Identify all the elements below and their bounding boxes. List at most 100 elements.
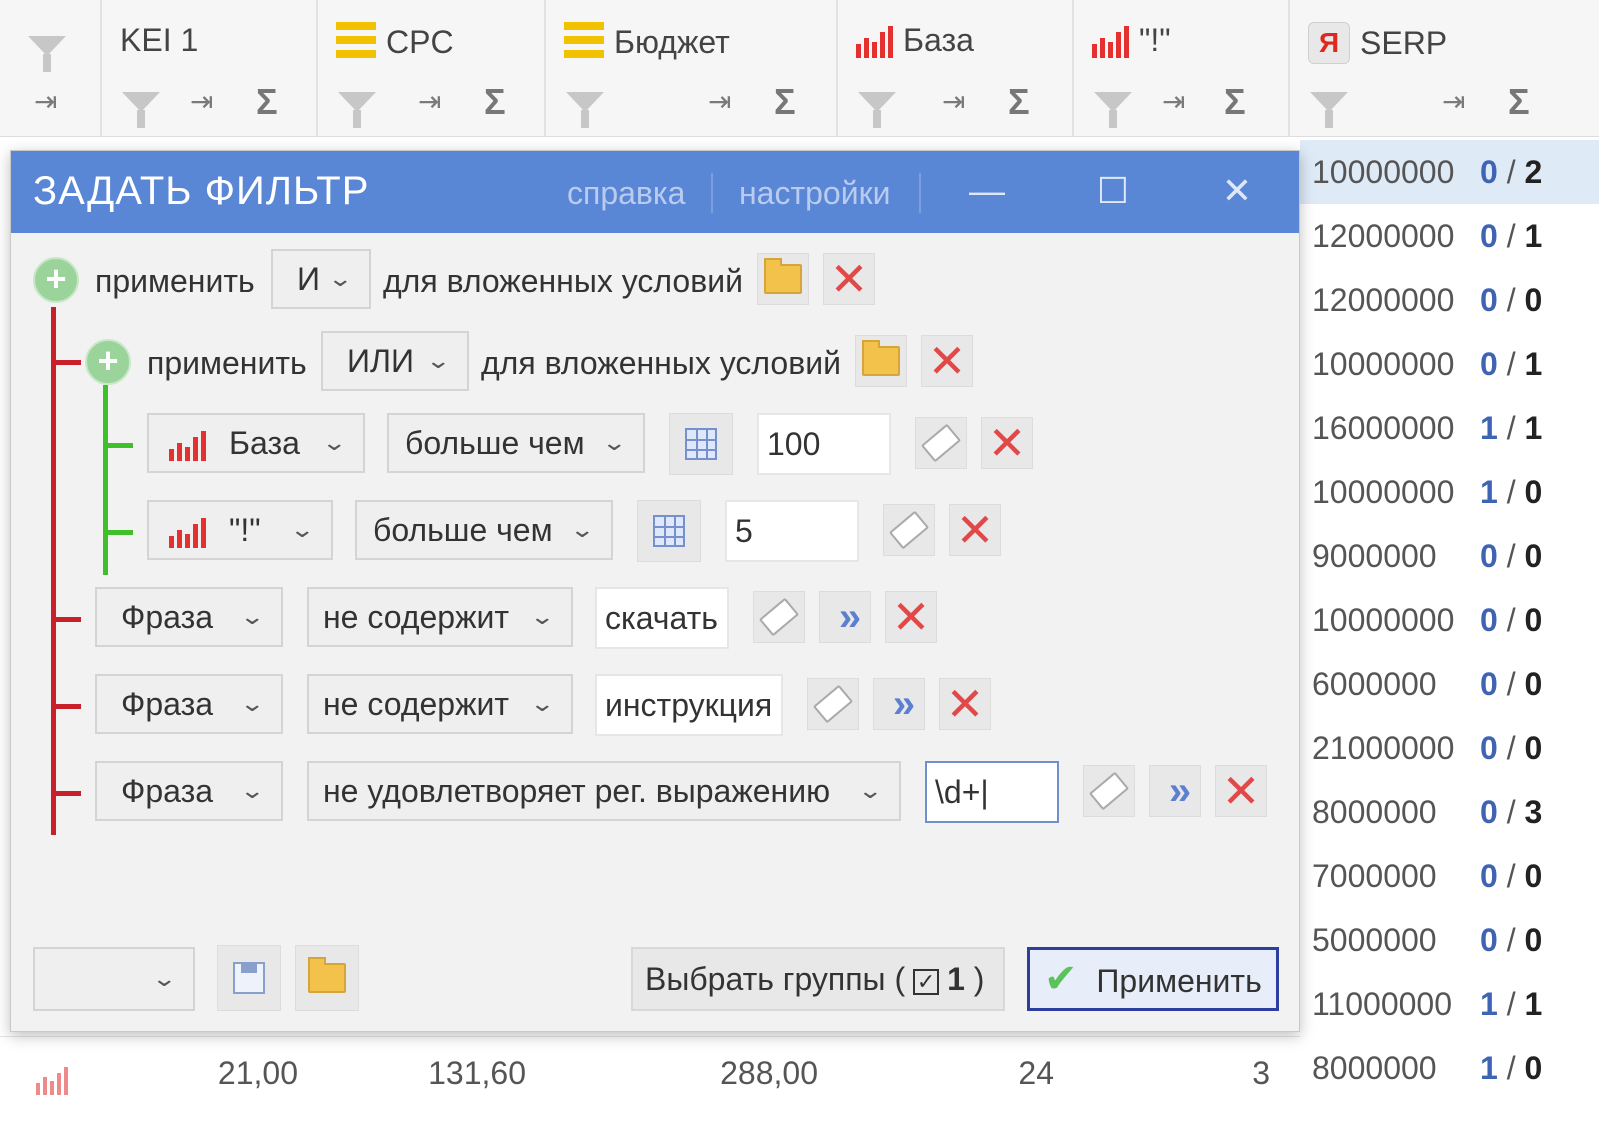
expand-button[interactable]: » — [819, 591, 871, 643]
eraser-icon — [888, 510, 930, 550]
header-col-serp[interactable]: Я SERP ⇥ Σ — [1290, 0, 1599, 136]
pin-icon[interactable]: ⇥ — [418, 84, 441, 120]
minimize-button[interactable]: — — [961, 165, 1013, 217]
funnel-icon[interactable] — [1310, 92, 1348, 128]
save-button[interactable] — [217, 945, 281, 1011]
logic-operator-select[interactable]: ИЛИ ⌄ — [321, 331, 469, 391]
close-button[interactable]: ✕ — [1211, 165, 1263, 217]
delete-button[interactable]: ✕ — [885, 591, 937, 643]
funnel-icon[interactable] — [566, 92, 604, 128]
add-condition-button[interactable]: + — [33, 257, 79, 303]
funnel-icon[interactable] — [28, 36, 66, 72]
pin-icon[interactable]: ⇥ — [190, 84, 213, 120]
folder-icon — [764, 258, 802, 294]
pin-icon[interactable]: ⇥ — [942, 84, 965, 120]
help-link[interactable]: справка — [567, 175, 685, 212]
delete-button[interactable]: ✕ — [939, 678, 991, 730]
value-input[interactable]: 5 — [725, 500, 859, 562]
delete-button[interactable]: ✕ — [823, 253, 875, 305]
value-input[interactable]: 100 — [757, 413, 891, 475]
condition-select[interactable]: больше чем ⌄ — [355, 500, 613, 560]
preset-select[interactable]: ⌄ — [33, 947, 195, 1011]
field-select[interactable]: База ⌄ — [147, 413, 365, 473]
maximize-button[interactable]: ☐ — [1087, 165, 1139, 217]
expand-button[interactable]: » — [1149, 765, 1201, 817]
column-header-strip: ⇥ KEI 1 ⇥ Σ CPC ⇥ Σ Бюджет ⇥ Σ База ⇥ Σ — [0, 0, 1599, 137]
settings-link[interactable]: настройки — [739, 175, 890, 212]
dialog-titlebar[interactable]: ЗАДАТЬ ФИЛЬТР справка настройки — ☐ ✕ — [11, 151, 1299, 233]
pin-icon[interactable]: ⇥ — [1162, 84, 1185, 120]
table-row[interactable]: 12000000 0 / 0 — [1300, 268, 1599, 332]
tree-line — [51, 307, 56, 835]
table-row[interactable]: 7000000 0 / 0 — [1300, 844, 1599, 908]
funnel-icon[interactable] — [122, 92, 160, 128]
clear-button[interactable] — [753, 591, 805, 643]
column-picker-button[interactable] — [669, 413, 733, 475]
delete-button[interactable]: ✕ — [949, 504, 1001, 556]
expand-button[interactable]: » — [873, 678, 925, 730]
table-row[interactable]: 10000000 0 / 1 — [1300, 332, 1599, 396]
table-row[interactable]: 16000000 1 / 1 — [1300, 396, 1599, 460]
header-col-cpc[interactable]: CPC ⇥ Σ — [318, 0, 546, 136]
value-input[interactable]: инструкция — [595, 674, 783, 736]
table-row[interactable]: 6000000 0 / 0 — [1300, 652, 1599, 716]
pin-icon[interactable]: ⇥ — [34, 84, 57, 120]
header-col-exact[interactable]: "!" ⇥ Σ — [1074, 0, 1290, 136]
column-picker-button[interactable] — [637, 500, 701, 562]
chevron-down-icon: ⌄ — [238, 691, 265, 716]
funnel-icon[interactable] — [1094, 92, 1132, 128]
clear-button[interactable] — [1083, 765, 1135, 817]
select-groups-button[interactable]: Выбрать группы (✓ 1 ) — [631, 947, 1005, 1011]
funnel-icon[interactable] — [338, 92, 376, 128]
header-col-budget[interactable]: Бюджет ⇥ Σ — [546, 0, 838, 136]
header-col-base[interactable]: База ⇥ Σ — [838, 0, 1074, 136]
sum-icon[interactable]: Σ — [1008, 84, 1030, 120]
condition-select[interactable]: не содержит ⌄ — [307, 674, 573, 734]
red-bars-icon — [856, 24, 893, 58]
table-row[interactable]: 10000000 0 / 0 — [1300, 588, 1599, 652]
table-row[interactable]: 10000000 0 / 2 — [1300, 140, 1599, 204]
logic-operator-select[interactable]: И ⌄ — [271, 249, 371, 309]
open-folder-button[interactable] — [757, 253, 809, 305]
delete-button[interactable]: ✕ — [1215, 765, 1267, 817]
field-select[interactable]: Фраза ⌄ — [95, 674, 283, 734]
funnel-icon[interactable] — [858, 92, 896, 128]
field-select[interactable]: Фраза ⌄ — [95, 761, 283, 821]
table-row[interactable]: 8000000 1 / 0 — [1300, 1036, 1599, 1100]
column-title: CPC — [386, 23, 454, 60]
field-select[interactable]: Фраза ⌄ — [95, 587, 283, 647]
open-button[interactable] — [295, 945, 359, 1011]
sum-icon[interactable]: Σ — [1224, 84, 1246, 120]
grid-icon — [653, 515, 685, 547]
open-folder-button[interactable] — [855, 335, 907, 387]
sum-icon[interactable]: Σ — [256, 84, 278, 120]
field-select[interactable]: "!" ⌄ — [147, 500, 333, 560]
sum-icon[interactable]: Σ — [774, 84, 796, 120]
pin-icon[interactable]: ⇥ — [1442, 84, 1465, 120]
condition-select[interactable]: не удовлетворяет рег. выражению ⌄ — [307, 761, 901, 821]
sum-icon[interactable]: Σ — [484, 84, 506, 120]
table-row[interactable]: 8000000 0 / 3 — [1300, 780, 1599, 844]
delete-button[interactable]: ✕ — [981, 417, 1033, 469]
condition-select[interactable]: не содержит ⌄ — [307, 587, 573, 647]
value-input[interactable]: скачать — [595, 587, 729, 649]
table-row[interactable]: 11000000 1 / 1 — [1300, 972, 1599, 1036]
clear-button[interactable] — [883, 504, 935, 556]
sum-icon[interactable]: Σ — [1508, 84, 1530, 120]
delete-button[interactable]: ✕ — [921, 335, 973, 387]
table-row[interactable]: 21000000 0 / 0 — [1300, 716, 1599, 780]
apply-button[interactable]: ✔ Применить — [1027, 947, 1279, 1011]
condition-select[interactable]: больше чем ⌄ — [387, 413, 645, 473]
table-row[interactable]: 5000000 0 / 0 — [1300, 908, 1599, 972]
chevron-down-icon: ⌄ — [424, 348, 451, 373]
serp-data-column: 10000000 0 / 2 12000000 0 / 1 12000000 0 / … — [1300, 140, 1599, 1122]
clear-button[interactable] — [915, 417, 967, 469]
add-condition-button[interactable]: + — [85, 339, 131, 385]
table-row[interactable]: 9000000 0 / 0 — [1300, 524, 1599, 588]
pin-icon[interactable]: ⇥ — [708, 84, 731, 120]
clear-button[interactable] — [807, 678, 859, 730]
regex-input[interactable]: \d+| — [925, 761, 1059, 823]
header-col-kei[interactable]: KEI 1 ⇥ Σ — [102, 0, 318, 136]
table-row[interactable]: 12000000 0 / 1 — [1300, 204, 1599, 268]
table-row[interactable]: 10000000 1 / 0 — [1300, 460, 1599, 524]
